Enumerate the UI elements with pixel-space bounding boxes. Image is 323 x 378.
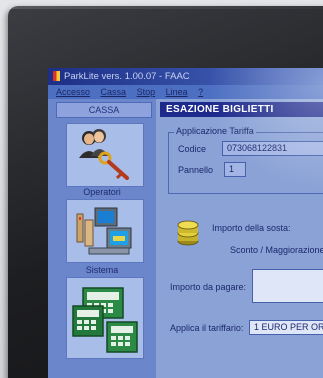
group-title: Applicazione Tariffa	[174, 126, 256, 136]
sidebar-item-operatori[interactable]	[66, 123, 144, 187]
operators-key-icon	[79, 129, 129, 180]
ticket-panel: ESAZIONE BIGLIETTI Applicazione Tariffa …	[156, 99, 323, 378]
pannello-label: Pannello	[178, 165, 214, 175]
importo-sosta-label: Importo della sosta:	[212, 223, 291, 233]
sidebar-item-sistema[interactable]	[66, 199, 144, 263]
sidebar-item-label: Sistema	[85, 265, 119, 275]
menu-item-linea[interactable]: Linea	[166, 87, 188, 97]
codice-field[interactable]: 073068122831	[222, 141, 323, 156]
cassa-button[interactable]: CASSA	[56, 102, 152, 118]
tariffario-select[interactable]: 1 EURO PER ORA	[249, 320, 323, 335]
importo-pagare-field[interactable]	[252, 269, 323, 303]
pannello-field[interactable]: 1	[224, 162, 246, 177]
window-title: ParkLite vers. 1.00.07 - FAAC	[64, 71, 190, 82]
menu-bar: Accesso Cassa Stop Linea ?	[48, 85, 323, 99]
menu-item-stop[interactable]: Stop	[137, 87, 156, 97]
app-logo-icon	[53, 71, 60, 81]
sidebar-item-cash[interactable]	[66, 277, 144, 359]
monitor-screen: ParkLite vers. 1.00.07 - FAAC Accesso Ca…	[48, 68, 323, 378]
sidebar-item-label: Operatori	[83, 187, 121, 197]
section-header: ESAZIONE BIGLIETTI	[160, 102, 323, 117]
cash-register-icon	[72, 287, 138, 353]
menu-item-accesso[interactable]: Accesso	[56, 87, 90, 97]
menu-item-help[interactable]: ?	[198, 87, 203, 97]
importo-pagare-label: Importo da pagare:	[170, 282, 247, 292]
menu-item-cassa[interactable]: Cassa	[101, 87, 127, 97]
bezel-highlight	[10, 6, 323, 9]
window-titlebar: ParkLite vers. 1.00.07 - FAAC	[48, 68, 323, 85]
system-computer-icon	[76, 207, 132, 255]
applica-label: Applica il tariffario:	[170, 323, 244, 333]
coins-icon	[177, 220, 199, 246]
sconto-label: Sconto / Maggiorazione	[230, 245, 323, 255]
photo-background: ParkLite vers. 1.00.07 - FAAC Accesso Ca…	[0, 0, 323, 378]
sidebar: CASSA Operatori Sistema	[48, 99, 156, 378]
codice-label: Codice	[178, 144, 207, 154]
